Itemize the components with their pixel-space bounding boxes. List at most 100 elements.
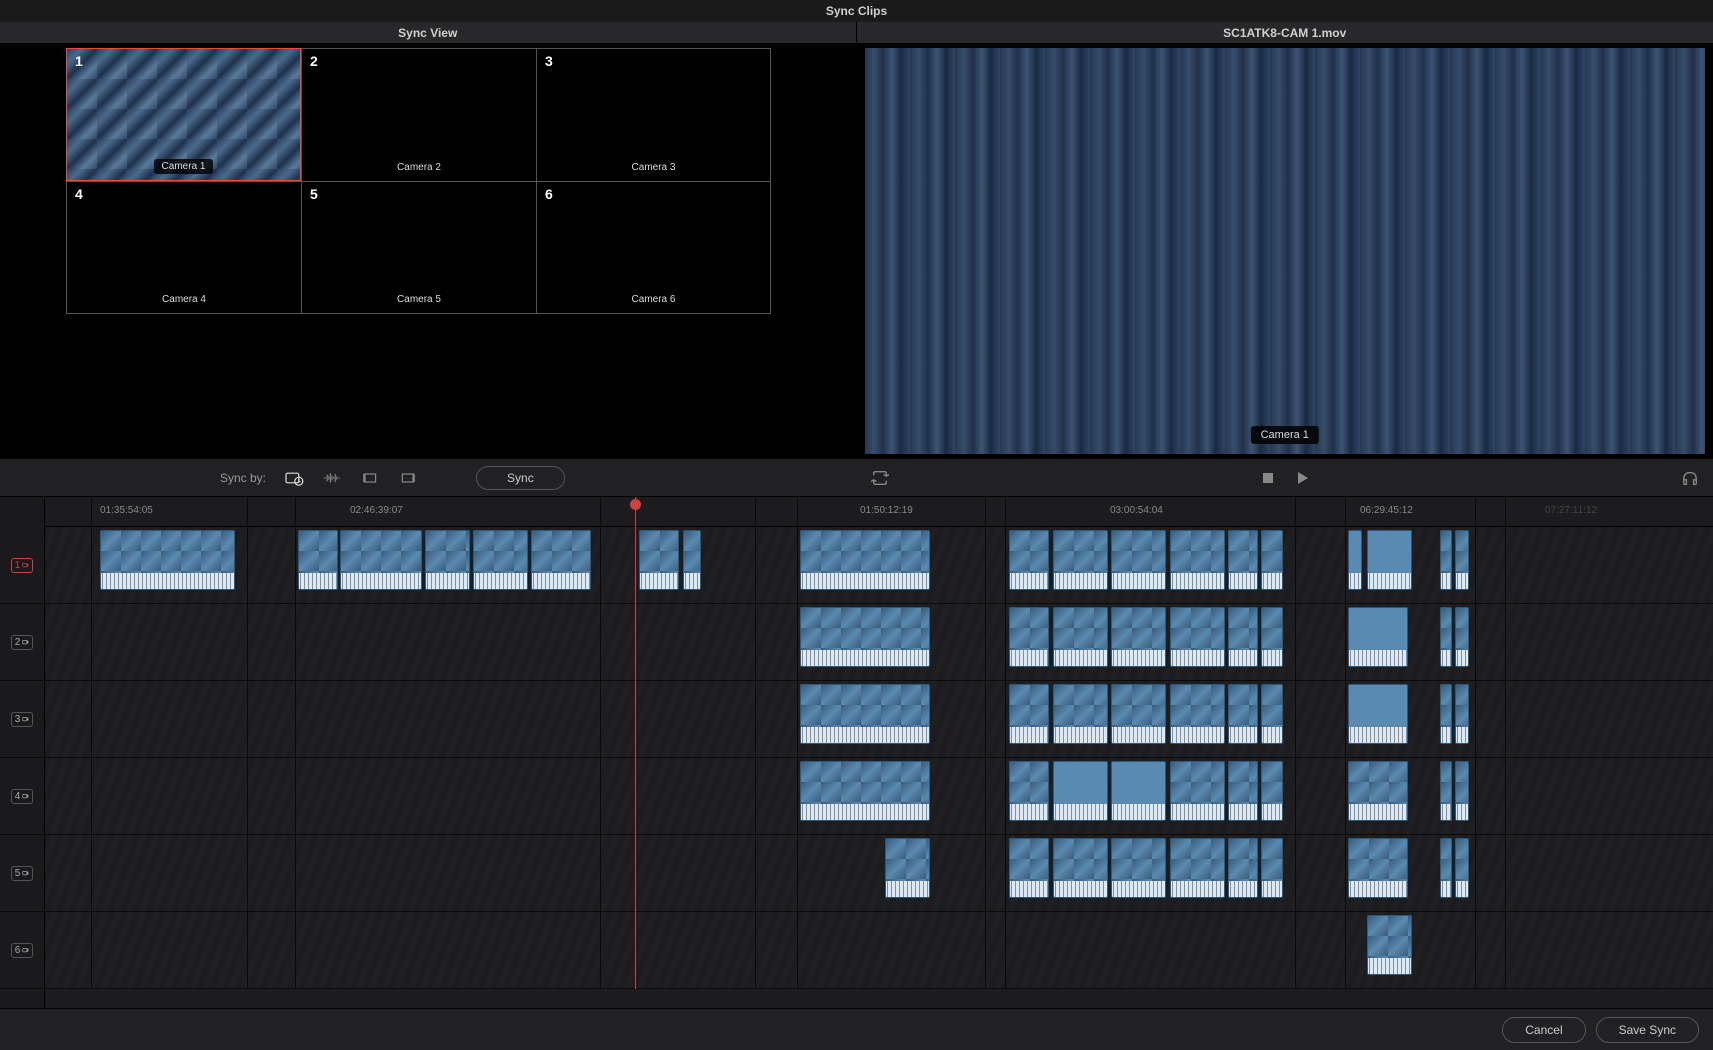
clip-waveform [1010, 650, 1048, 667]
sync-by-timecode-icon[interactable] [284, 470, 304, 486]
sync-by-audio-icon[interactable] [322, 470, 342, 486]
clip[interactable] [1367, 915, 1412, 975]
camera-cell-4[interactable]: 4Camera 4 [66, 181, 301, 314]
clip[interactable] [1170, 838, 1225, 898]
clip[interactable] [1170, 530, 1225, 590]
clip[interactable] [1228, 607, 1258, 667]
clip[interactable] [800, 530, 930, 590]
clip[interactable] [1111, 530, 1166, 590]
preview-frame[interactable]: Camera 1 [865, 48, 1706, 454]
camera-label: Camera 1 [154, 159, 214, 174]
clip[interactable] [1440, 838, 1452, 898]
clip-thumbnail [1349, 762, 1407, 804]
save-sync-button[interactable]: Save Sync [1596, 1017, 1699, 1043]
timecode-label: 06:29:45:12 [1360, 505, 1413, 516]
clip[interactable] [800, 607, 930, 667]
clip[interactable] [1170, 684, 1225, 744]
clip[interactable] [1261, 684, 1283, 744]
clip[interactable] [1228, 838, 1258, 898]
clip[interactable] [1009, 684, 1049, 744]
clip[interactable] [1348, 607, 1408, 667]
clip[interactable] [1367, 530, 1412, 590]
clip-waveform [474, 573, 527, 590]
clip[interactable] [1261, 761, 1283, 821]
clip-thumbnail [1349, 608, 1407, 650]
clip-thumbnail [1010, 531, 1048, 573]
clip[interactable] [473, 530, 528, 590]
loop-icon[interactable] [871, 469, 889, 487]
clip[interactable] [683, 530, 701, 590]
playhead[interactable] [635, 497, 636, 989]
clip[interactable] [1348, 684, 1408, 744]
clip[interactable] [1228, 684, 1258, 744]
sync-button[interactable]: Sync [476, 466, 565, 490]
clip-waveform [1229, 573, 1257, 590]
clip[interactable] [1228, 530, 1258, 590]
play-icon[interactable] [1292, 470, 1312, 486]
clip[interactable] [1170, 607, 1225, 667]
clip[interactable] [531, 530, 591, 590]
clip[interactable] [1170, 761, 1225, 821]
cancel-button[interactable]: Cancel [1502, 1017, 1585, 1043]
clip[interactable] [1009, 761, 1049, 821]
camera-cell-2[interactable]: 2Camera 2 [301, 48, 536, 181]
clip[interactable] [1228, 761, 1258, 821]
clip-waveform [1229, 650, 1257, 667]
clip[interactable] [1009, 838, 1049, 898]
camera-cell-3[interactable]: 3Camera 3 [536, 48, 771, 181]
clip[interactable] [1111, 607, 1166, 667]
timeline-content[interactable]: 01:35:54:0502:46:39:0701:50:12:1903:00:5… [45, 497, 1713, 1008]
track-header-6[interactable]: 6 [0, 912, 44, 989]
sync-by-out-icon[interactable] [398, 470, 418, 486]
track-header-2[interactable]: 2 [0, 604, 44, 681]
sync-by-in-icon[interactable] [360, 470, 380, 486]
clip[interactable] [1053, 684, 1108, 744]
clip[interactable] [1455, 838, 1469, 898]
clip-waveform [801, 573, 929, 590]
window-title: Sync Clips [0, 0, 1713, 22]
clip[interactable] [1261, 607, 1283, 667]
clip[interactable] [1455, 607, 1469, 667]
clip[interactable] [1111, 761, 1166, 821]
clip[interactable] [1053, 838, 1108, 898]
clip[interactable] [1440, 607, 1452, 667]
stop-icon[interactable] [1258, 470, 1278, 486]
camera-cell-5[interactable]: 5Camera 5 [301, 181, 536, 314]
clip[interactable] [1111, 838, 1166, 898]
clip-waveform [1171, 804, 1224, 821]
clip[interactable] [1348, 761, 1408, 821]
clip[interactable] [1440, 530, 1452, 590]
clip[interactable] [1053, 761, 1108, 821]
track-header-1[interactable]: 1 [0, 527, 44, 604]
clip[interactable] [1348, 838, 1408, 898]
clip[interactable] [1261, 838, 1283, 898]
clip[interactable] [885, 838, 930, 898]
clip[interactable] [340, 530, 422, 590]
clip[interactable] [425, 530, 470, 590]
clip[interactable] [800, 761, 930, 821]
clip-thumbnail [1229, 685, 1257, 727]
clip[interactable] [1111, 684, 1166, 744]
clip[interactable] [100, 530, 235, 590]
clip[interactable] [1053, 530, 1108, 590]
camera-cell-6[interactable]: 6Camera 6 [536, 181, 771, 314]
headphone-icon[interactable] [1681, 469, 1699, 487]
clip[interactable] [800, 684, 930, 744]
clip[interactable] [639, 530, 679, 590]
clip[interactable] [1261, 530, 1283, 590]
clip[interactable] [1455, 761, 1469, 821]
clip[interactable] [1348, 530, 1362, 590]
track-header-4[interactable]: 4 [0, 758, 44, 835]
clip[interactable] [1053, 607, 1108, 667]
clip[interactable] [1009, 530, 1049, 590]
clip[interactable] [1455, 684, 1469, 744]
clip[interactable] [298, 530, 338, 590]
clip[interactable] [1009, 607, 1049, 667]
clip[interactable] [1440, 684, 1452, 744]
track-header-5[interactable]: 5 [0, 835, 44, 912]
clip[interactable] [1455, 530, 1469, 590]
camera-cell-1[interactable]: 1Camera 1 [66, 48, 301, 181]
clip[interactable] [1440, 761, 1452, 821]
track-header-3[interactable]: 3 [0, 681, 44, 758]
clip-waveform [1229, 804, 1257, 821]
